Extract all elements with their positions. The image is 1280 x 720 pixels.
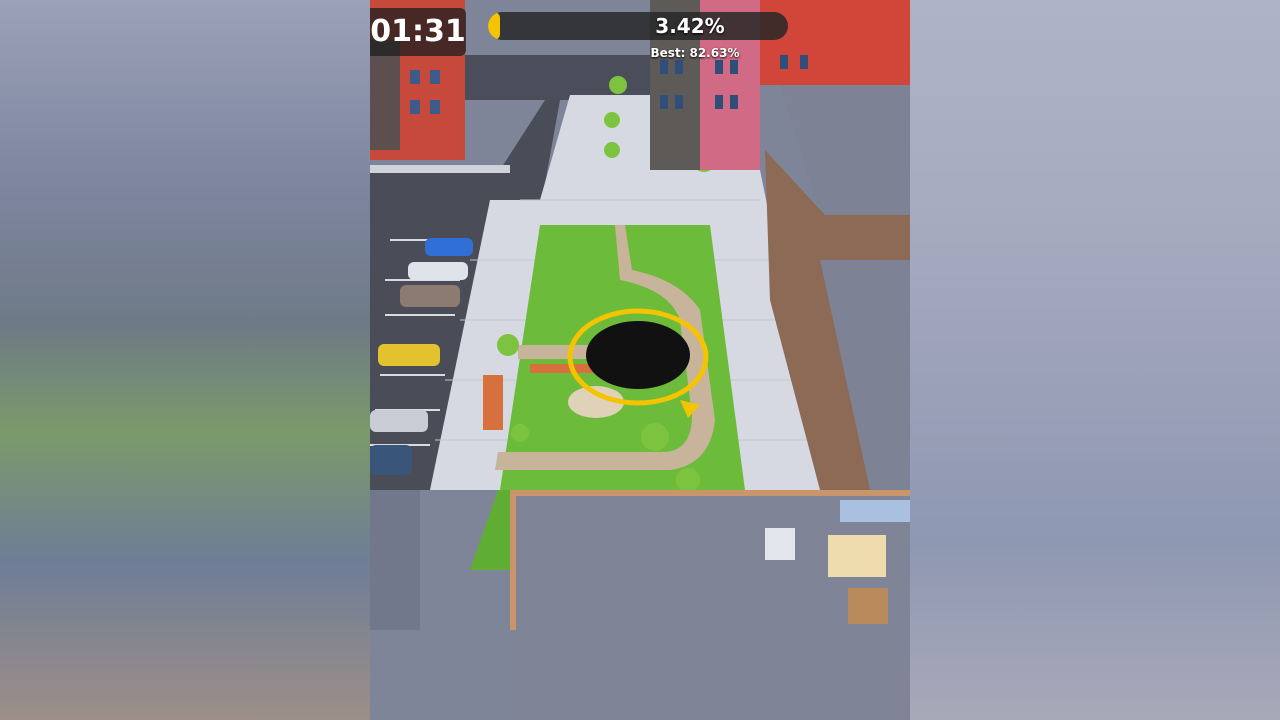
best-value: 82.63% xyxy=(689,46,740,60)
progress-percent: 3.42% xyxy=(655,14,725,38)
flower-bed xyxy=(483,375,503,430)
game-viewport[interactable]: 01:31 3.42% Best: 82.63% xyxy=(370,0,910,720)
best-score: Best: 82.63% xyxy=(640,46,750,60)
best-label: Best: xyxy=(650,46,686,60)
curb-top xyxy=(370,165,510,173)
tree xyxy=(511,424,529,442)
building-red xyxy=(760,0,910,85)
rooftop-couch xyxy=(828,535,886,577)
tree xyxy=(609,76,627,94)
progress-fill xyxy=(488,12,500,40)
rooftop-edge xyxy=(510,490,910,496)
car-brown xyxy=(400,285,460,307)
tree xyxy=(641,423,669,451)
blurred-background-left xyxy=(0,0,370,720)
tree xyxy=(604,142,620,158)
tree xyxy=(497,334,519,356)
car-yellow xyxy=(378,344,440,366)
tree xyxy=(604,112,620,128)
rooftop-vent xyxy=(840,500,910,522)
blurred-background-right xyxy=(910,0,1280,720)
rooftop-ac-unit xyxy=(765,528,795,560)
city-scene xyxy=(370,0,910,720)
black-hole-icon[interactable] xyxy=(586,321,690,389)
car-silver xyxy=(370,410,428,432)
car-white xyxy=(408,262,468,280)
rooftop-table xyxy=(848,588,888,624)
building-left-dark xyxy=(370,40,400,150)
rooftop-edge-left xyxy=(510,490,516,630)
tree xyxy=(676,468,700,492)
car-blue xyxy=(425,238,473,256)
timer-display: 01:31 xyxy=(370,8,466,56)
car-navy xyxy=(370,445,412,475)
rooftop-bottom-left xyxy=(370,490,420,630)
